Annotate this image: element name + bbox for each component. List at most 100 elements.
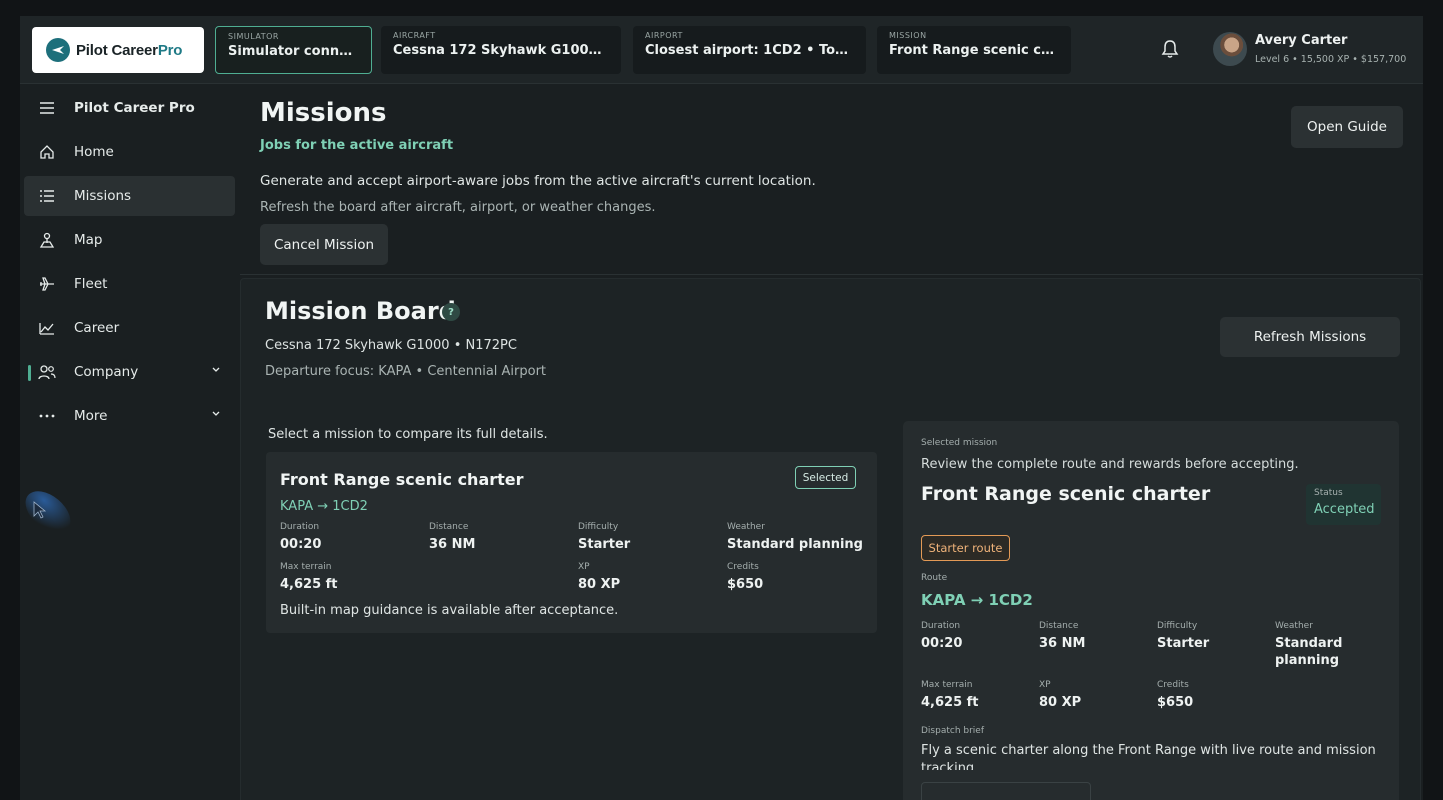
sidebar-item-more[interactable]: More	[24, 396, 235, 436]
route-value: KAPA → 1CD2	[921, 591, 1033, 609]
sidebar-item-career[interactable]: Career	[24, 308, 235, 348]
detail-stat-xp: XP 80 XP	[1039, 680, 1081, 711]
selected-mission-panel: Selected mission Review the complete rou…	[903, 421, 1399, 800]
sidebar-app-title: Pilot Career Pro	[74, 100, 195, 116]
stat-difficulty: Difficulty Starter	[578, 522, 630, 553]
stat-label: Distance	[1039, 621, 1079, 631]
main-content: Missions Jobs for the active aircraft Ge…	[240, 84, 1423, 800]
sidebar-item-label: More	[74, 408, 108, 424]
chip-value: Closest airport: 1CD2 • Tonga Air...	[645, 43, 854, 58]
mission-board: Mission Board ? Cessna 172 Skyhawk G1000…	[240, 278, 1421, 800]
stat-label: Credits	[727, 562, 759, 572]
stat-label: XP	[578, 562, 590, 572]
stat-value: $650	[727, 577, 764, 592]
stat-value: 00:20	[280, 537, 322, 552]
selected-badge: Selected	[795, 466, 856, 489]
user-avatar[interactable]	[1213, 32, 1247, 66]
selection-marker	[28, 365, 31, 381]
stat-value: 36 NM	[429, 537, 476, 552]
stat-xp: XP 80 XP	[578, 562, 620, 593]
detail-stat-credits: Credits $650	[1157, 680, 1193, 711]
user-meta: Level 6 • 15,500 XP • $157,700	[1255, 54, 1407, 65]
stat-value: 36 NM	[1039, 636, 1086, 651]
user-name: Avery Carter	[1255, 33, 1348, 48]
stat-weather: Weather Standard planning	[727, 522, 863, 553]
plane-icon	[38, 275, 56, 293]
stat-value: Starter	[1157, 636, 1210, 651]
aircraft-chip[interactable]: AIRCRAFT Cessna 172 Skyhawk G1000 • N172…	[381, 26, 621, 74]
hamburger-menu-button[interactable]: Pilot Career Pro	[24, 88, 235, 128]
page-title: Missions	[260, 98, 387, 128]
sidebar-item-label: Company	[74, 364, 139, 380]
hamburger-icon	[38, 99, 56, 117]
stat-label: Weather	[1275, 621, 1313, 631]
board-title: Mission Board	[265, 297, 456, 325]
detail-stat-duration: Duration 00:20	[921, 621, 962, 652]
departure-focus: Departure focus: KAPA • Centennial Airpo…	[265, 364, 547, 379]
open-guide-button[interactable]: Open Guide	[1291, 106, 1403, 148]
home-icon	[38, 143, 56, 161]
sidebar: Pilot Career Pro Home Missions Map Fleet	[20, 84, 240, 800]
chevron-down-icon	[212, 367, 220, 372]
detail-stat-distance: Distance 36 NM	[1039, 621, 1085, 652]
sidebar-item-home[interactable]: Home	[24, 132, 235, 172]
stat-label: XP	[1039, 680, 1051, 690]
sidebar-item-label: Missions	[74, 188, 132, 204]
page-note: Refresh the board after aircraft, airpor…	[260, 200, 656, 215]
mission-card[interactable]: Front Range scenic charter Selected KAPA…	[266, 452, 877, 633]
notification-bell-icon[interactable]	[1159, 38, 1181, 60]
chevron-down-icon	[212, 411, 220, 416]
sidebar-item-map[interactable]: Map	[24, 220, 235, 260]
list-icon	[38, 187, 56, 205]
stat-value: 00:20	[921, 636, 963, 651]
mission-card-note: Built-in map guidance is available after…	[280, 603, 619, 618]
panel-intro: Review the complete route and rewards be…	[921, 457, 1299, 472]
mission-chip[interactable]: MISSION Front Range scenic charter	[877, 26, 1071, 74]
stat-label: Difficulty	[1157, 621, 1198, 631]
stat-label: Max terrain	[921, 680, 973, 690]
sidebar-item-missions[interactable]: Missions	[24, 176, 235, 216]
app-logo[interactable]: Pilot CareerPro	[32, 27, 204, 73]
stat-label: Max terrain	[280, 562, 332, 572]
stat-value: Starter	[578, 537, 631, 552]
sidebar-item-company[interactable]: Company	[24, 352, 235, 392]
dispatch-brief: Fly a scenic charter along the Front Ran…	[921, 743, 1376, 770]
stat-distance: Distance 36 NM	[429, 522, 475, 553]
airport-chip[interactable]: AIRPORT Closest airport: 1CD2 • Tonga Ai…	[633, 26, 866, 74]
starter-route-badge: Starter route	[921, 535, 1010, 561]
detail-stat-weather: Weather Standard planning	[1275, 621, 1355, 669]
stat-label: Credits	[1157, 680, 1189, 690]
chip-value: Simulator connected	[228, 44, 359, 59]
status-label: Status	[1314, 488, 1343, 498]
cancel-mission-button[interactable]: Cancel Mission	[260, 224, 388, 265]
route-label: Route	[921, 573, 948, 583]
divider	[240, 274, 1423, 275]
panel-action-button[interactable]	[921, 782, 1091, 800]
stat-duration: Duration 00:20	[280, 522, 321, 553]
people-icon	[38, 363, 56, 381]
stat-label: Distance	[429, 522, 469, 532]
sidebar-item-fleet[interactable]: Fleet	[24, 264, 235, 304]
stat-value: 4,625 ft	[280, 577, 338, 592]
help-icon[interactable]: ?	[442, 303, 460, 321]
logo-text: Pilot CareerPro	[76, 41, 183, 59]
chip-label: AIRCRAFT	[393, 31, 436, 40]
refresh-missions-button[interactable]: Refresh Missions	[1220, 317, 1400, 357]
mouse-cursor-icon	[25, 491, 71, 533]
stat-label: Difficulty	[578, 522, 619, 532]
map-pin-icon	[38, 231, 56, 249]
stat-value: Standard planning	[727, 537, 863, 552]
detail-stat-max-terrain: Max terrain 4,625 ft	[921, 680, 979, 711]
simulator-chip[interactable]: SIMULATOR Simulator connected	[215, 26, 372, 74]
stat-value: $650	[1157, 695, 1194, 710]
logo-plane-icon	[46, 38, 70, 62]
sidebar-item-label: Career	[74, 320, 120, 336]
more-icon	[38, 407, 56, 425]
mission-card-title: Front Range scenic charter	[280, 470, 524, 489]
sidebar-item-label: Home	[74, 144, 114, 160]
stat-max-terrain: Max terrain 4,625 ft	[280, 562, 338, 593]
dispatch-brief-label: Dispatch brief	[921, 726, 985, 736]
stat-label: Duration	[921, 621, 961, 631]
sidebar-item-label: Fleet	[74, 276, 108, 292]
page-description: Generate and accept airport-aware jobs f…	[260, 173, 816, 189]
